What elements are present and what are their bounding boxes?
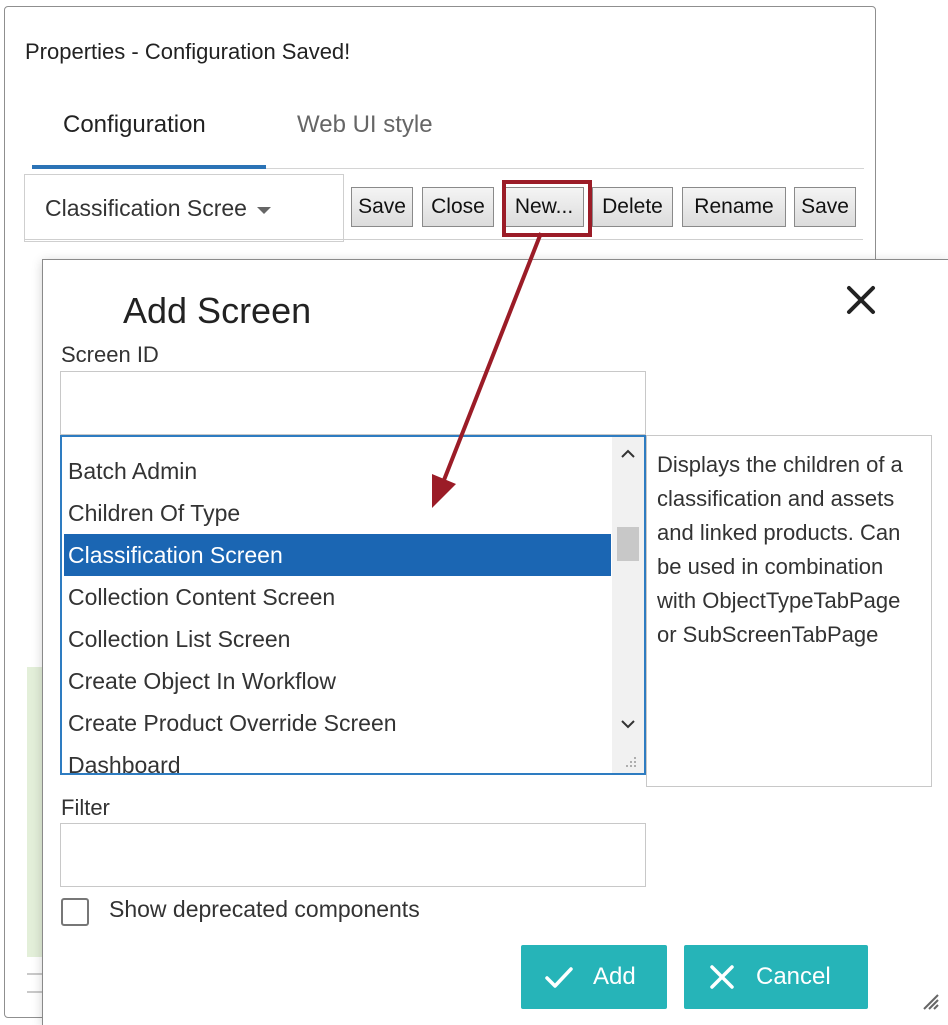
tab-configuration[interactable]: Configuration (63, 111, 206, 139)
dialog-title: Add Screen (123, 290, 312, 331)
dialog-resize-grip-icon[interactable] (918, 989, 940, 1011)
listbox-scrollbar[interactable] (612, 437, 644, 773)
resize-grip-icon[interactable] (624, 755, 638, 769)
screen-select-value: Classification Scree (45, 194, 247, 221)
dropdown-caret-icon (256, 206, 271, 214)
cancel-x-icon (710, 965, 734, 989)
list-item[interactable]: Children Of Type (64, 492, 611, 534)
list-item[interactable]: Collection Content Screen (64, 576, 611, 618)
chevron-down-icon[interactable] (618, 715, 638, 733)
save-button[interactable]: Save (351, 187, 413, 227)
cancel-button[interactable]: Cancel (684, 945, 868, 1009)
add-button-label: Add (593, 963, 636, 990)
close-icon[interactable] (841, 280, 881, 320)
filter-label: Filter (61, 795, 110, 820)
delete-button[interactable]: Delete (592, 187, 673, 227)
list-item[interactable]: Dashboard (64, 744, 611, 773)
list-item[interactable]: Create Object In Workflow (64, 660, 611, 702)
list-item[interactable]: Collection List Screen (64, 618, 611, 660)
active-tab-indicator (32, 165, 266, 169)
list-item[interactable]: Create Product Override Screen (64, 702, 611, 744)
toolbar-divider (25, 239, 863, 240)
filter-input[interactable] (60, 823, 646, 887)
screen-type-listbox[interactable]: Batch Admin Children Of Type Classificat… (60, 435, 646, 775)
list-item-selected[interactable]: Classification Screen (64, 534, 611, 576)
add-button[interactable]: Add (521, 945, 667, 1009)
screen-select-dropdown[interactable]: Classification Scree (24, 174, 344, 242)
list-item[interactable]: Batch Admin (64, 450, 611, 492)
scrollbar-thumb[interactable] (617, 527, 639, 561)
chevron-up-icon[interactable] (618, 445, 638, 463)
close-button[interactable]: Close (422, 187, 494, 227)
cancel-button-label: Cancel (756, 963, 831, 990)
add-screen-dialog: Add Screen Screen ID Batch Admin Childre… (42, 259, 948, 1025)
tab-web-ui-style[interactable]: Web UI style (297, 111, 433, 139)
show-deprecated-checkbox[interactable] (61, 898, 89, 926)
save-as-button[interactable]: Save (794, 187, 856, 227)
screen-id-label: Screen ID (61, 342, 159, 367)
properties-title: Properties - Configuration Saved! (25, 39, 351, 64)
show-deprecated-label: Show deprecated components (109, 896, 420, 922)
screen-id-input[interactable] (60, 371, 646, 435)
screen-description: Displays the children of a classificatio… (646, 435, 932, 787)
new-button-highlight (502, 180, 592, 237)
check-icon (545, 967, 573, 988)
rename-button[interactable]: Rename (682, 187, 786, 227)
